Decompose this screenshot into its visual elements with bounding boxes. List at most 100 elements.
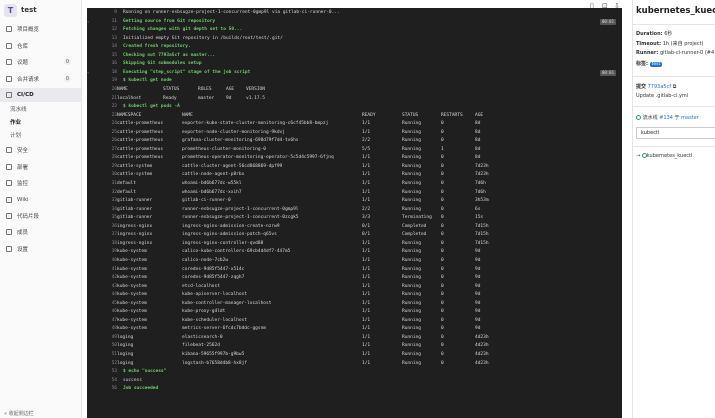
branch-link[interactable]: master bbox=[681, 115, 699, 121]
pipeline-link[interactable]: #134 bbox=[659, 115, 673, 121]
log-cell: 4d23h bbox=[475, 352, 489, 357]
project-avatar: T bbox=[4, 3, 17, 17]
line-number: 19 bbox=[111, 78, 117, 84]
log-cell: 1/1 bbox=[362, 172, 371, 178]
stage-select[interactable]: kubectl bbox=[636, 127, 715, 139]
nav-icon bbox=[6, 212, 12, 219]
log-cell: 1/1 bbox=[362, 283, 371, 289]
log-cell: gitlab-runner bbox=[117, 198, 153, 204]
copy-icon[interactable]: ⧉ bbox=[673, 84, 677, 90]
line-number: 45 bbox=[111, 300, 117, 306]
job-log-terminal: 9 Running on runner-esbsugze-project-1-co… bbox=[87, 8, 622, 418]
log-cell: 0 bbox=[441, 138, 444, 144]
log-cell: grafana-cluster-monitoring-698d79f7d4-tv… bbox=[182, 138, 299, 144]
line-number: 38 bbox=[111, 240, 117, 246]
sidebar-item[interactable]: 部署 bbox=[0, 160, 81, 174]
log-cell: 1/1 bbox=[362, 343, 371, 349]
log-cell: 0 bbox=[441, 334, 444, 340]
log-cell: 8d bbox=[475, 155, 481, 161]
log-cell: 15s bbox=[475, 215, 484, 221]
count-badge: 0 bbox=[63, 75, 71, 82]
log-cell: 1/1 bbox=[362, 326, 371, 332]
nav-list: 项目概览仓库议题 0 合并请求 0 CI/CD 流水线作业 计划安全部署监控 Wiki 代码片段… bbox=[0, 22, 81, 255]
sidebar-item[interactable]: 成员 bbox=[0, 225, 81, 239]
log-cell: Running bbox=[402, 181, 421, 186]
sidebar-item[interactable]: 监控 bbox=[0, 176, 81, 190]
log-cell: 1/1 bbox=[362, 300, 371, 306]
line-number: 20 bbox=[111, 86, 117, 92]
log-cell: Running bbox=[402, 326, 421, 332]
log-cell: 0 bbox=[441, 360, 444, 366]
sidebar-item[interactable]: 代码片段 bbox=[0, 209, 81, 223]
log-line: 23 NAMESPACE NAME READY STATUS RESTARTS AGE bbox=[87, 112, 622, 120]
log-line: 47 kube-system kube-scheduler-localhost 1/1… bbox=[87, 317, 622, 325]
sidebar-item-label: 流水线 bbox=[10, 106, 27, 113]
log-cell: exporter-node-cluster-monitoring-9kdvj bbox=[182, 129, 285, 135]
commit: 提交 7793a5cf ⧉ bbox=[636, 84, 677, 90]
log-cell: 7d15h bbox=[475, 232, 489, 238]
runner: Runner: gitlab-ci-runner-0 (#4 bbox=[636, 50, 715, 56]
log-cell: 0 bbox=[441, 240, 444, 246]
sidebar-item[interactable]: 作业 bbox=[0, 115, 81, 128]
sidebar-item[interactable]: 安全 bbox=[0, 143, 81, 157]
log-cell: loging bbox=[117, 360, 134, 366]
sidebar-item-label: 合并请求 bbox=[17, 76, 40, 83]
log-cell: 1/1 bbox=[362, 155, 371, 161]
line-number: 31 bbox=[111, 181, 117, 186]
sidebar-item-label: 项目概览 bbox=[17, 27, 40, 34]
line-number: 16 bbox=[111, 61, 117, 67]
project-header[interactable]: T test bbox=[0, 0, 81, 20]
line-number: 36 bbox=[111, 223, 117, 229]
sidebar-item[interactable]: CI/CD bbox=[0, 87, 81, 102]
log-cell: 7d6h bbox=[475, 189, 486, 195]
sidebar-item-label: 部署 bbox=[17, 164, 29, 171]
log-cell: whoami-bd6b677dc-w55kl bbox=[182, 181, 242, 186]
log-line: 32 default whoami-bd6b677dc-xxih7 1/1 Runnin… bbox=[87, 189, 622, 197]
sidebar-item[interactable]: 议题 0 bbox=[0, 55, 81, 69]
sidebar-item[interactable]: 合并请求 0 bbox=[0, 72, 81, 86]
sidebar-item[interactable]: 项目概览 bbox=[0, 22, 81, 36]
log-cell: kube-controller-manager-localhost bbox=[182, 300, 272, 306]
job-list-item[interactable]: → kubernetes_kuectl bbox=[636, 153, 692, 159]
log-cell: 0 bbox=[441, 223, 444, 229]
line-number: 43 bbox=[111, 283, 117, 289]
log-cell: coredns-9d85f5447-zqgh7 bbox=[182, 275, 245, 281]
log-cell: runner-esbsugze-project-1-concurrent-0gm… bbox=[182, 206, 299, 212]
log-cell: 1/1 bbox=[362, 292, 371, 298]
log-cell: 1/1 bbox=[362, 189, 371, 195]
log-line: 19 $ kubectl get node bbox=[87, 77, 622, 85]
log-cell: Running bbox=[402, 334, 421, 340]
log-line: 15 Checking out 7793a5cf as master... bbox=[87, 52, 622, 60]
line-number: 56 bbox=[111, 386, 117, 392]
log-cell: 0 bbox=[441, 257, 444, 263]
log-cell: cattle-node-agent-p8rbx bbox=[182, 172, 245, 178]
log-cell: 1/1 bbox=[362, 129, 371, 135]
log-cell: kube-system bbox=[117, 249, 147, 255]
sidebar-item[interactable]: 设置 bbox=[0, 242, 81, 256]
log-text: Getting source from Git repository bbox=[123, 18, 216, 24]
log-line: 42 kube-system coredns-9d85f5447-zqgh7 1/1 R… bbox=[87, 274, 622, 282]
sidebar-item[interactable]: 计划 bbox=[0, 128, 81, 141]
collapse-sidebar-button[interactable]: « 收起侧边栏 bbox=[0, 410, 38, 418]
log-cell: cattle-system bbox=[117, 172, 153, 178]
log-cell: Running bbox=[402, 163, 421, 169]
commit-sha-link[interactable]: 7793a5cf bbox=[648, 84, 671, 90]
log-text: $ kubectl get node bbox=[123, 78, 172, 84]
log-cell: Running bbox=[402, 249, 421, 255]
log-cell: loging bbox=[117, 352, 134, 357]
sidebar-item[interactable]: 流水线 bbox=[0, 102, 81, 115]
sidebar-item[interactable]: 仓库 bbox=[0, 39, 81, 53]
log-cell: exporter-kube-state-cluster-monitoring-c… bbox=[182, 121, 329, 127]
log-cell: READY bbox=[362, 112, 376, 118]
log-cell: gitlab-ci-runner-0 bbox=[182, 198, 231, 204]
line-number: 12 bbox=[111, 27, 117, 33]
log-cell: logstash-b7658d4b8-hx8jf bbox=[182, 360, 248, 366]
log-line: 28 cattle-prometheus prometheus-operator-m… bbox=[87, 154, 622, 162]
line-number: 18 bbox=[111, 69, 117, 75]
log-cell: kube-system bbox=[117, 266, 147, 272]
sidebar-item[interactable]: Wiki bbox=[0, 193, 81, 207]
log-cell: AGE bbox=[226, 86, 235, 92]
line-number: 49 bbox=[111, 334, 117, 340]
log-cell: cattle-prometheus bbox=[117, 138, 164, 144]
log-cell: loging bbox=[117, 334, 134, 340]
